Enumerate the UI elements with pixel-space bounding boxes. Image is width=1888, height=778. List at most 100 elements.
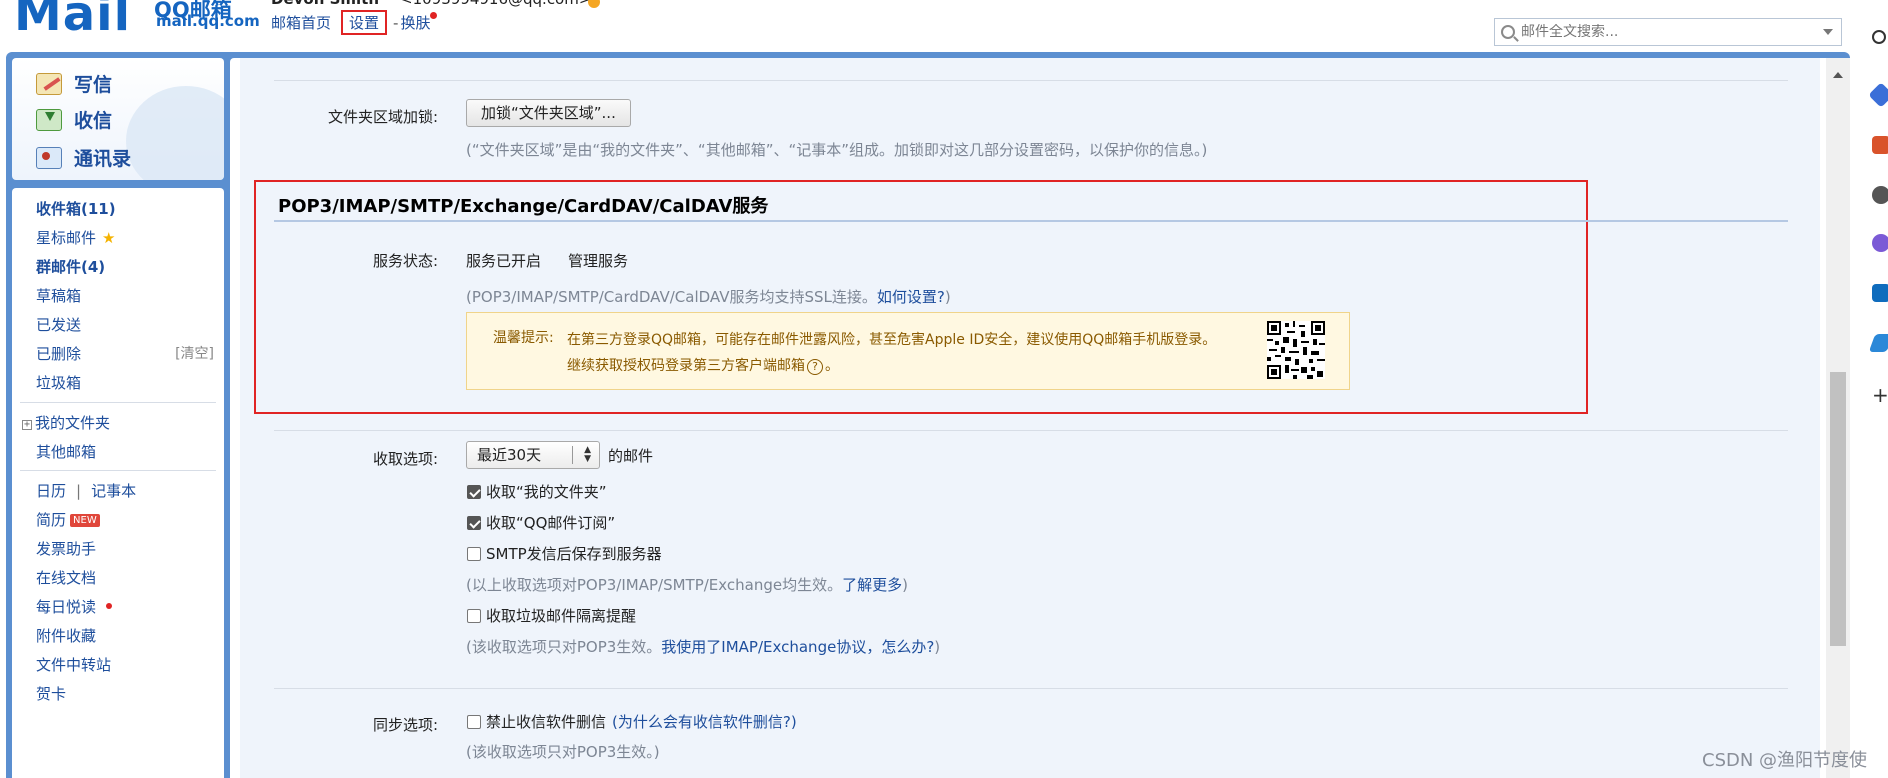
vertical-scrollbar[interactable] bbox=[1826, 58, 1850, 778]
smtp-save-checkbox[interactable]: SMTP发信后保存到服务器 bbox=[467, 543, 662, 564]
smtp-save-label: SMTP发信后保存到服务器 bbox=[486, 545, 662, 563]
nav-inbox[interactable]: 收件箱(11) bbox=[36, 198, 116, 219]
notify-dot bbox=[106, 603, 113, 609]
account-email: <1093994916@qq.com> bbox=[400, 0, 591, 8]
search-box[interactable] bbox=[1494, 18, 1842, 46]
tip-line-2: 继续获取授权码登录第三方客户端邮箱?。 bbox=[567, 353, 1267, 379]
why-delete-link[interactable]: 为什么会有收信软件删信? bbox=[618, 711, 791, 732]
receive-note-1-end: ) bbox=[902, 576, 908, 594]
nav-invoice[interactable]: 发票助手 bbox=[36, 538, 96, 559]
nav-sent[interactable]: 已发送 bbox=[36, 314, 81, 335]
nav-calendar-notes: 日历 | 记事本 bbox=[36, 480, 136, 501]
divider bbox=[274, 80, 1788, 81]
receive-my-folders-checkbox[interactable]: 收取“我的文件夹” bbox=[467, 481, 607, 502]
receive-note-1-text: (以上收取选项对POP3/IMAP/SMTP/Exchange均生效。 bbox=[466, 576, 843, 594]
tip-text: 在第三方登录QQ邮箱，可能存在邮件泄露风险，甚至危害Apple ID安全，建议使… bbox=[567, 327, 1267, 379]
search-icon[interactable] bbox=[1872, 30, 1886, 44]
copilot-icon[interactable] bbox=[1872, 234, 1888, 252]
skin-link[interactable]: 换肤 bbox=[400, 12, 430, 33]
nav-notes[interactable]: 记事本 bbox=[91, 482, 136, 500]
diamond-icon[interactable] bbox=[1868, 82, 1888, 108]
link-separator: - bbox=[393, 13, 399, 32]
service-status-label: 服务状态: bbox=[372, 252, 438, 270]
nav-attachments[interactable]: 附件收藏 bbox=[36, 625, 96, 646]
ssl-note: (POP3/IMAP/SMTP/CardDAV/CalDAV服务均支持SSL连接… bbox=[466, 286, 951, 307]
nav-folder-list: 收件箱(11) 星标邮件 ★ 群邮件(4) 草稿箱 已发送 已删除 [清空] 垃圾… bbox=[12, 188, 224, 778]
prevent-delete-checkbox[interactable]: 禁止收信软件删信(为什么会有收信软件删信?) bbox=[467, 711, 797, 732]
select-arrows-icon: ▲ ▼ bbox=[584, 445, 591, 464]
learn-more-link[interactable]: 了解更多 bbox=[842, 576, 902, 594]
scroll-thumb[interactable] bbox=[1830, 372, 1846, 646]
spam-alert-checkbox[interactable]: 收取垃圾邮件隔离提醒 bbox=[467, 605, 636, 626]
manage-service-link[interactable]: 管理服务 bbox=[568, 250, 628, 271]
account-name: Devon Smith bbox=[271, 0, 379, 8]
sync-options-label: 同步选项: bbox=[372, 716, 438, 734]
search-icon bbox=[1501, 25, 1515, 39]
nav-other-mail[interactable]: 其他邮箱 bbox=[36, 441, 96, 462]
checkbox-box[interactable] bbox=[467, 714, 481, 729]
send-icon[interactable] bbox=[1868, 334, 1888, 352]
nav-separator: | bbox=[76, 482, 82, 500]
nav-daily[interactable]: 每日悦读 bbox=[36, 596, 113, 617]
nav-transfer[interactable]: 文件中转站 bbox=[36, 654, 111, 675]
person-icon[interactable] bbox=[1872, 186, 1888, 204]
nav-starred-label: 星标邮件 bbox=[36, 229, 97, 247]
receive-label: 收信 bbox=[74, 110, 113, 132]
nav-divider bbox=[20, 402, 216, 403]
prevent-delete-label: 禁止收信软件删信 bbox=[486, 713, 607, 731]
checkbox-box[interactable] bbox=[467, 484, 481, 499]
contacts-button[interactable]: 通讯录 bbox=[36, 144, 131, 171]
receive-options-label: 收取选项: bbox=[372, 450, 438, 468]
checkbox-box[interactable] bbox=[467, 515, 481, 530]
nav-my-folders[interactable]: + 我的文件夹 bbox=[22, 412, 110, 433]
receive-mail-button[interactable]: 收信 bbox=[36, 106, 112, 133]
how-to-setup-link[interactable]: 如何设置? bbox=[877, 288, 945, 306]
nav-daily-label: 每日悦读 bbox=[36, 598, 97, 616]
checkbox-box[interactable] bbox=[467, 546, 481, 561]
why-delete-link-close: ) bbox=[790, 712, 797, 731]
section-title-underline bbox=[274, 220, 1788, 222]
nav-group-mail[interactable]: 群邮件(4) bbox=[36, 256, 105, 277]
sync-note: (该收取选项只对POP3生效。) bbox=[466, 743, 660, 761]
receive-note-2-end: ) bbox=[934, 638, 941, 656]
nav-starred[interactable]: 星标邮件 ★ bbox=[36, 227, 115, 248]
divider bbox=[274, 430, 1788, 431]
outlook-icon[interactable] bbox=[1872, 284, 1888, 302]
checkbox-box[interactable] bbox=[467, 608, 481, 623]
nav-deleted[interactable]: 已删除 bbox=[36, 343, 81, 364]
nav-drafts[interactable]: 草稿箱 bbox=[36, 285, 81, 306]
account-status-icon[interactable] bbox=[588, 0, 600, 8]
nav-resume[interactable]: 简历 NEW bbox=[36, 509, 100, 530]
imap-help-link[interactable]: 我使用了IMAP/Exchange协议，怎么办? bbox=[661, 638, 934, 656]
logo-mail[interactable]: Mail bbox=[14, 0, 131, 42]
nav-cards[interactable]: 贺卡 bbox=[36, 683, 66, 704]
watermark: CSDN @渔阳节度使 bbox=[1702, 750, 1868, 771]
receive-range-select[interactable]: 最近30天 ▲ ▼ bbox=[466, 441, 600, 469]
nav-spam[interactable]: 垃圾箱 bbox=[36, 372, 81, 393]
service-status-value: 服务已开启 bbox=[466, 252, 542, 270]
logo-domain: mail.qq.com bbox=[156, 12, 260, 30]
receive-subscriptions-checkbox[interactable]: 收取“QQ邮件订阅” bbox=[467, 512, 615, 533]
home-link[interactable]: 邮箱首页 bbox=[271, 12, 331, 33]
spam-alert-label: 收取垃圾邮件隔离提醒 bbox=[486, 607, 637, 625]
star-icon: ★ bbox=[102, 229, 116, 247]
settings-link[interactable]: 设置 bbox=[341, 10, 388, 35]
write-mail-button[interactable]: 写信 bbox=[36, 70, 112, 97]
tip-box: 温馨提示: 在第三方登录QQ邮箱，可能存在邮件泄露风险，甚至危害Apple ID… bbox=[466, 312, 1350, 390]
search-input[interactable] bbox=[1521, 24, 1811, 40]
qr-code-icon[interactable] bbox=[1267, 321, 1325, 379]
nav-docs[interactable]: 在线文档 bbox=[36, 567, 96, 588]
clear-trash-link[interactable]: [清空] bbox=[175, 343, 214, 363]
toolbox-icon[interactable] bbox=[1872, 136, 1888, 154]
folder-lock-button[interactable]: 加锁“文件夹区域”... bbox=[466, 99, 631, 127]
scroll-up-icon[interactable] bbox=[1833, 72, 1843, 78]
settings-content bbox=[240, 58, 1820, 778]
expand-icon[interactable]: + bbox=[22, 420, 32, 430]
nav-calendar[interactable]: 日历 bbox=[36, 482, 66, 500]
search-dropdown-icon[interactable] bbox=[1823, 29, 1833, 35]
add-icon[interactable]: + bbox=[1872, 385, 1888, 405]
receive-icon bbox=[36, 108, 62, 131]
receive-note-1: (以上收取选项对POP3/IMAP/SMTP/Exchange均生效。了解更多) bbox=[466, 574, 908, 595]
help-icon[interactable]: ? bbox=[807, 359, 823, 375]
ssl-note-text: (POP3/IMAP/SMTP/CardDAV/CalDAV服务均支持SSL连接… bbox=[466, 288, 877, 306]
